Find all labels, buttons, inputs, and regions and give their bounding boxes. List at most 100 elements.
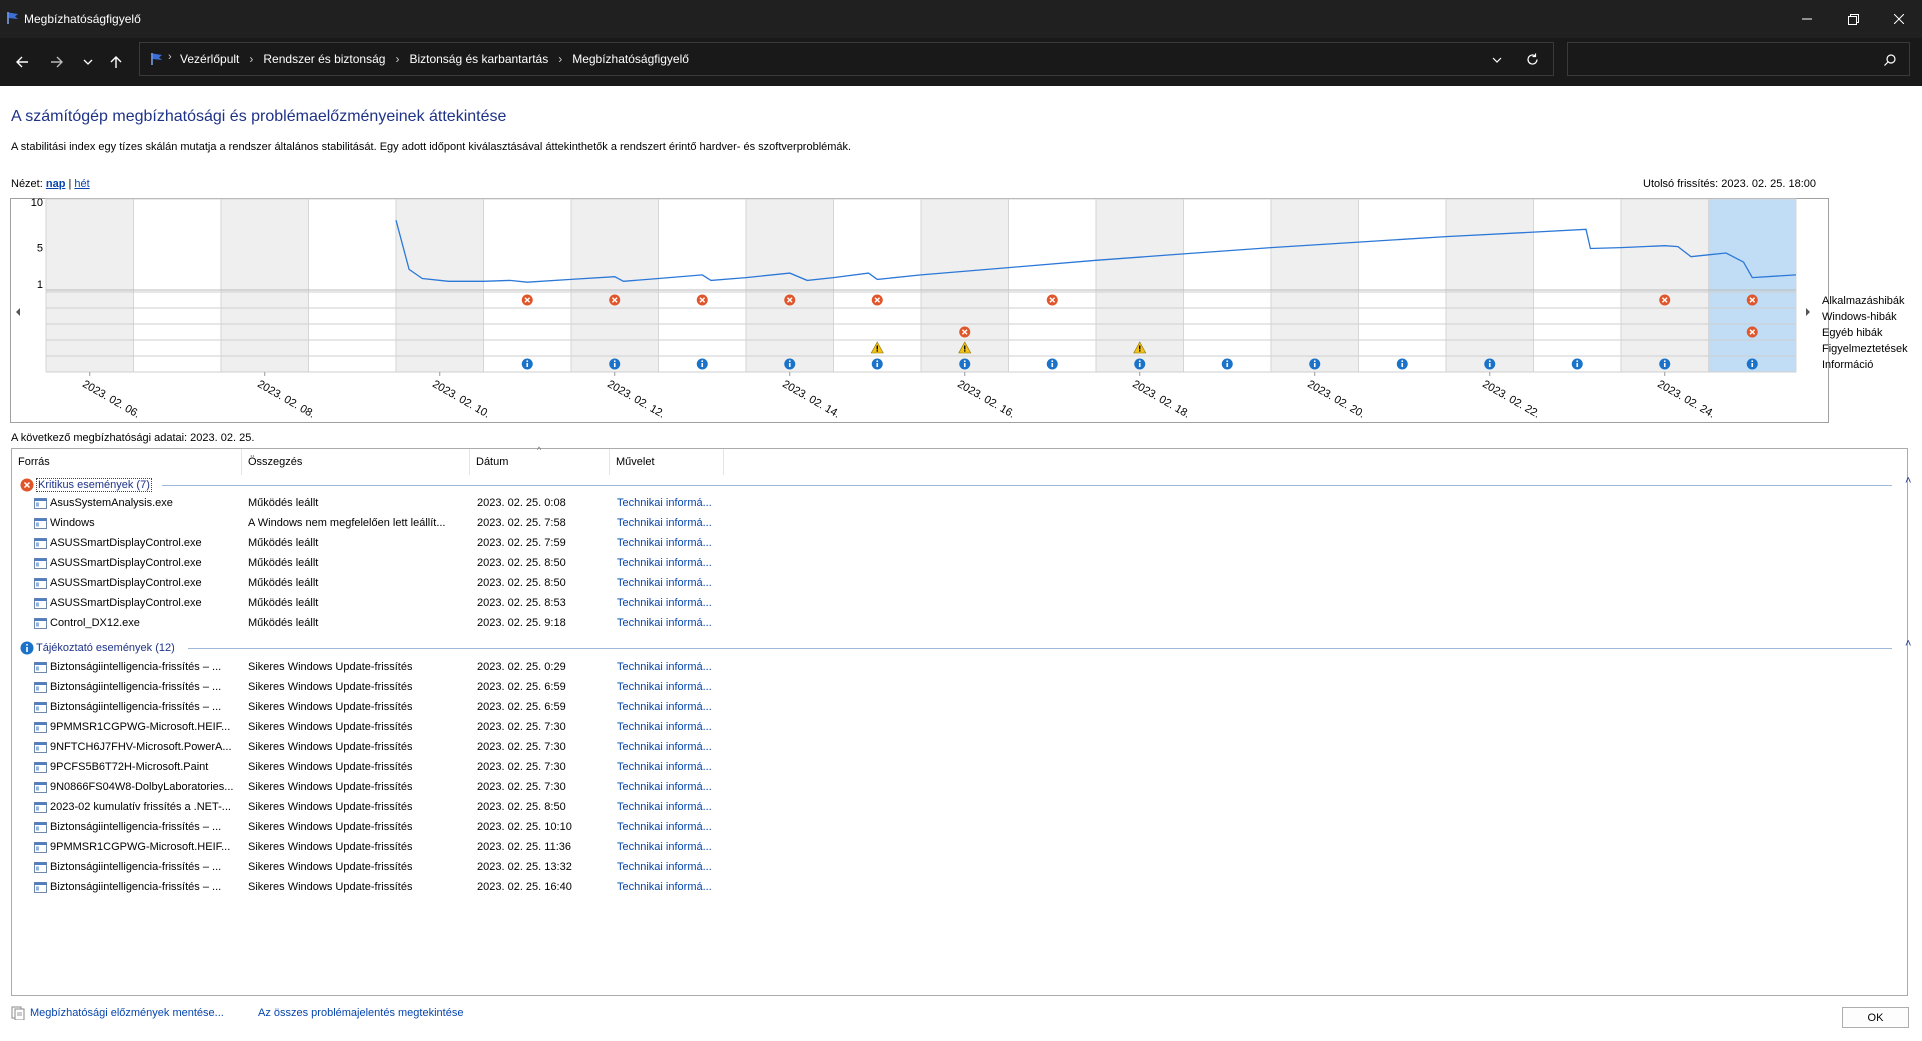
application-error-icon[interactable] bbox=[1046, 294, 1058, 306]
day-column[interactable] bbox=[570, 198, 659, 373]
day-column[interactable] bbox=[220, 198, 309, 373]
info-icon[interactable] bbox=[1746, 358, 1758, 370]
day-column[interactable] bbox=[45, 198, 134, 373]
address-dropdown-icon[interactable] bbox=[1492, 55, 1502, 65]
table-row[interactable]: Biztonságiintelligencia-frissítés – ... S… bbox=[12, 858, 812, 878]
technical-info-link[interactable]: Technikai informá... bbox=[617, 661, 727, 673]
back-button[interactable] bbox=[10, 50, 34, 74]
info-icon[interactable] bbox=[1659, 358, 1671, 370]
table-row[interactable]: 9NFTCH6J7FHV-Microsoft.PowerA... Sikeres … bbox=[12, 738, 812, 758]
technical-info-link[interactable]: Technikai informá... bbox=[617, 721, 727, 733]
search-input[interactable] bbox=[1567, 42, 1910, 76]
day-column[interactable] bbox=[1183, 198, 1272, 373]
day-column[interactable] bbox=[1008, 198, 1097, 373]
day-column[interactable] bbox=[1445, 198, 1534, 373]
day-column[interactable] bbox=[1533, 198, 1622, 373]
technical-info-link[interactable]: Technikai informá... bbox=[617, 701, 727, 713]
info-icon[interactable] bbox=[1484, 358, 1496, 370]
technical-info-link[interactable]: Technikai informá... bbox=[617, 497, 727, 509]
table-row[interactable]: 9PMMSR1CGPWG-Microsoft.HEIF... Sikeres Wi… bbox=[12, 718, 812, 738]
address-bar[interactable]: › Vezérlőpult › Rendszer és biztonság › … bbox=[139, 42, 1554, 76]
technical-info-link[interactable]: Technikai informá... bbox=[617, 741, 727, 753]
breadcrumb-item[interactable]: Megbízhatóságfigyelő bbox=[572, 52, 689, 66]
column-header-action[interactable]: Művelet bbox=[610, 449, 724, 475]
table-row[interactable]: AsusSystemAnalysis.exe Működés leállt 2023… bbox=[12, 494, 812, 514]
technical-info-link[interactable]: Technikai informá... bbox=[617, 617, 727, 629]
day-column[interactable] bbox=[133, 198, 222, 373]
collapse-critical-icon[interactable]: ˄ bbox=[1905, 475, 1911, 487]
technical-info-link[interactable]: Technikai informá... bbox=[617, 841, 727, 853]
restore-button[interactable] bbox=[1830, 0, 1876, 38]
column-header-source[interactable]: Forrás bbox=[12, 449, 242, 475]
application-error-icon[interactable] bbox=[1746, 294, 1758, 306]
reliability-chart[interactable]: 10 5 1 Alkalmazáshibák Windows-hibák Egyéb hi… bbox=[10, 198, 1912, 424]
collapse-info-icon[interactable]: ˄ bbox=[1905, 638, 1911, 650]
info-icon[interactable] bbox=[1309, 358, 1321, 370]
other-error-icon[interactable] bbox=[1746, 326, 1758, 338]
application-error-icon[interactable] bbox=[871, 294, 883, 306]
technical-info-link[interactable]: Technikai informá... bbox=[617, 781, 727, 793]
refresh-icon[interactable] bbox=[1526, 53, 1539, 66]
table-row[interactable]: ASUSSmartDisplayControl.exe Működés leáll… bbox=[12, 554, 812, 574]
day-column[interactable] bbox=[308, 198, 397, 373]
day-column[interactable] bbox=[395, 198, 484, 373]
table-row[interactable]: ASUSSmartDisplayControl.exe Működés leáll… bbox=[12, 574, 812, 594]
minimize-button[interactable] bbox=[1784, 0, 1830, 38]
day-column[interactable] bbox=[745, 198, 834, 373]
save-history-link[interactable]: Megbízhatósági előzmények mentése... bbox=[30, 1007, 224, 1019]
info-icon[interactable] bbox=[1396, 358, 1408, 370]
info-icon[interactable] bbox=[521, 358, 533, 370]
forward-button[interactable] bbox=[45, 50, 69, 74]
breadcrumb-item[interactable]: Biztonság és karbantartás bbox=[409, 52, 548, 66]
application-error-icon[interactable] bbox=[521, 294, 533, 306]
application-error-icon[interactable] bbox=[696, 294, 708, 306]
info-icon[interactable] bbox=[784, 358, 796, 370]
technical-info-link[interactable]: Technikai informá... bbox=[617, 517, 727, 529]
technical-info-link[interactable]: Technikai informá... bbox=[617, 801, 727, 813]
table-row[interactable]: 2023-02 kumulatív frissítés a .NET-... Si… bbox=[12, 798, 812, 818]
table-row[interactable]: Biztonságiintelligencia-frissítés – ... S… bbox=[12, 698, 812, 718]
technical-info-link[interactable]: Technikai informá... bbox=[617, 861, 727, 873]
ok-button[interactable]: OK bbox=[1842, 1007, 1909, 1028]
technical-info-link[interactable]: Technikai informá... bbox=[617, 537, 727, 549]
info-icon[interactable] bbox=[1571, 358, 1583, 370]
technical-info-link[interactable]: Technikai informá... bbox=[617, 681, 727, 693]
application-error-icon[interactable] bbox=[1659, 294, 1671, 306]
group-critical-events[interactable]: Kritikus események (7) bbox=[20, 476, 152, 494]
table-row[interactable]: 9PCFS5B6T72H-Microsoft.Paint Sikeres Wind… bbox=[12, 758, 812, 778]
info-icon[interactable] bbox=[1221, 358, 1233, 370]
view-all-reports-link[interactable]: Az összes problémajelentés megtekintése bbox=[258, 1007, 463, 1019]
breadcrumb-item[interactable]: Vezérlőpult bbox=[180, 52, 239, 66]
group-info-events[interactable]: Tájékoztató események (12) bbox=[20, 639, 175, 657]
day-column[interactable] bbox=[1620, 198, 1709, 373]
info-icon[interactable] bbox=[871, 358, 883, 370]
info-icon[interactable] bbox=[1134, 358, 1146, 370]
technical-info-link[interactable]: Technikai informá... bbox=[617, 577, 727, 589]
recent-locations-button[interactable] bbox=[76, 50, 100, 74]
technical-info-link[interactable]: Technikai informá... bbox=[617, 761, 727, 773]
application-error-icon[interactable] bbox=[609, 294, 621, 306]
other-error-icon[interactable] bbox=[959, 326, 971, 338]
table-row[interactable]: Biztonságiintelligencia-frissítés – ... S… bbox=[12, 818, 812, 838]
view-week-link[interactable]: hét bbox=[74, 178, 89, 190]
info-icon[interactable] bbox=[609, 358, 621, 370]
day-column[interactable] bbox=[658, 198, 747, 373]
table-row[interactable]: Biztonságiintelligencia-frissítés – ... S… bbox=[12, 678, 812, 698]
technical-info-link[interactable]: Technikai informá... bbox=[617, 821, 727, 833]
info-icon[interactable] bbox=[1046, 358, 1058, 370]
info-icon[interactable] bbox=[696, 358, 708, 370]
table-row[interactable]: Biztonságiintelligencia-frissítés – ... S… bbox=[12, 658, 812, 678]
view-day-link[interactable]: nap bbox=[46, 178, 66, 190]
table-row[interactable]: 9PMMSR1CGPWG-Microsoft.HEIF... Sikeres Wi… bbox=[12, 838, 812, 858]
table-row[interactable]: Windows A Windows nem megfelelően lett le… bbox=[12, 514, 812, 534]
info-icon[interactable] bbox=[959, 358, 971, 370]
close-button[interactable] bbox=[1876, 0, 1922, 38]
day-column[interactable] bbox=[1708, 198, 1797, 373]
technical-info-link[interactable]: Technikai informá... bbox=[617, 597, 727, 609]
application-error-icon[interactable] bbox=[784, 294, 796, 306]
up-button[interactable] bbox=[104, 50, 128, 74]
table-row[interactable]: 9N0866FS04W8-DolbyLaboratories... Sikeres… bbox=[12, 778, 812, 798]
table-row[interactable]: ASUSSmartDisplayControl.exe Működés leáll… bbox=[12, 594, 812, 614]
technical-info-link[interactable]: Technikai informá... bbox=[617, 557, 727, 569]
table-row[interactable]: Biztonságiintelligencia-frissítés – ... S… bbox=[12, 878, 812, 898]
